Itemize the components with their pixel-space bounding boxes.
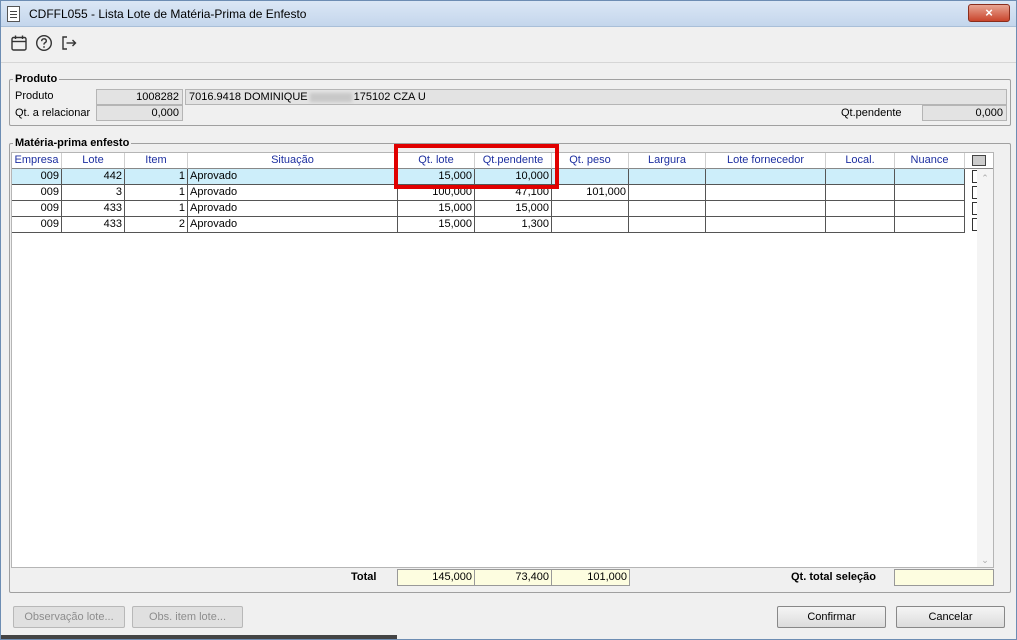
total-qt-pendente: 73,400 (474, 569, 552, 586)
produto-description-field: 7016.9418 DOMINIQUE 175102 CZA U (185, 89, 1007, 105)
help-icon[interactable] (35, 34, 53, 52)
cell-qt-lote[interactable]: 15,000 (398, 217, 475, 233)
produto-description-part1: 7016.9418 DOMINIQUE (189, 91, 308, 103)
cell-largura[interactable] (629, 169, 706, 185)
close-button[interactable]: × (968, 4, 1010, 22)
qt-pendente-field: 0,000 (922, 105, 1007, 121)
cell-qt-peso[interactable] (552, 169, 629, 185)
cell-local[interactable] (826, 185, 895, 201)
cell-nuance[interactable] (895, 185, 965, 201)
cell-largura[interactable] (629, 217, 706, 233)
exit-icon[interactable] (60, 34, 78, 52)
produto-code-field: 1008282 (96, 89, 183, 105)
cell-qt-peso[interactable]: 101,000 (552, 185, 629, 201)
cell-situacao[interactable]: Aprovado (188, 169, 398, 185)
col-header-nuance[interactable]: Nuance (895, 153, 965, 169)
cell-lote[interactable]: 433 (62, 201, 125, 217)
cell-local[interactable] (826, 217, 895, 233)
calendar-icon[interactable] (10, 34, 28, 52)
total-selection-label: Qt. total seleção (791, 571, 876, 583)
cell-item[interactable]: 1 (125, 185, 188, 201)
cell-empresa[interactable]: 009 (12, 169, 62, 185)
col-header-lote-fornecedor[interactable]: Lote fornecedor (706, 153, 826, 169)
highlight-box (394, 144, 559, 189)
cancelar-button[interactable]: Cancelar (896, 606, 1005, 628)
document-icon (7, 6, 20, 22)
select-all-checkbox[interactable] (972, 155, 986, 166)
cell-nuance[interactable] (895, 201, 965, 217)
cell-nuance[interactable] (895, 217, 965, 233)
obs-item-lote-button[interactable]: Obs. item lote... (132, 606, 243, 628)
cell-lote-fornecedor[interactable] (706, 185, 826, 201)
cell-largura[interactable] (629, 201, 706, 217)
cell-situacao[interactable]: Aprovado (188, 201, 398, 217)
total-label: Total (351, 571, 377, 583)
redacted-text (309, 92, 352, 102)
col-header-situacao[interactable]: Situação (188, 153, 398, 169)
cell-qt-peso[interactable] (552, 201, 629, 217)
materia-grid[interactable]: Empresa Lote Item Situação Qt. lote Qt.p… (11, 152, 994, 568)
cell-lote[interactable]: 433 (62, 217, 125, 233)
observacao-lote-button[interactable]: Observação lote... (13, 606, 125, 628)
col-header-lote[interactable]: Lote (62, 153, 125, 169)
cell-lote[interactable]: 3 (62, 185, 125, 201)
cell-qt-pendente[interactable]: 15,000 (475, 201, 552, 217)
cell-empresa[interactable]: 009 (12, 217, 62, 233)
col-header-qt-peso[interactable]: Qt. peso (552, 153, 629, 169)
toolbar (1, 28, 1016, 58)
cell-situacao[interactable]: Aprovado (188, 185, 398, 201)
cell-empresa[interactable]: 009 (12, 201, 62, 217)
scroll-up-icon[interactable]: ⌃ (980, 173, 990, 183)
qt-pendente-label: Qt.pendente (841, 107, 902, 119)
cell-lote-fornecedor[interactable] (706, 201, 826, 217)
cell-qt-pendente[interactable]: 1,300 (475, 217, 552, 233)
cell-empresa[interactable]: 009 (12, 185, 62, 201)
col-header-empresa[interactable]: Empresa (12, 153, 62, 169)
cell-qt-lote[interactable]: 15,000 (398, 201, 475, 217)
produto-group-title: Produto (13, 73, 60, 85)
cell-local[interactable] (826, 169, 895, 185)
cell-lote-fornecedor[interactable] (706, 217, 826, 233)
cell-lote-fornecedor[interactable] (706, 169, 826, 185)
col-header-item[interactable]: Item (125, 153, 188, 169)
confirmar-button[interactable]: Confirmar (777, 606, 886, 628)
cell-situacao[interactable]: Aprovado (188, 217, 398, 233)
bottom-edge (1, 635, 397, 639)
toolbar-separator (1, 62, 1016, 63)
qt-relacionar-field: 0,000 (96, 105, 183, 121)
window-title: CDFFL055 - Lista Lote de Matéria-Prima d… (29, 7, 307, 21)
col-header-largura[interactable]: Largura (629, 153, 706, 169)
cell-local[interactable] (826, 201, 895, 217)
cell-lote[interactable]: 442 (62, 169, 125, 185)
scroll-down-icon[interactable]: ⌄ (980, 555, 990, 565)
total-selection-field (894, 569, 994, 586)
title-bar: CDFFL055 - Lista Lote de Matéria-Prima d… (1, 1, 1016, 27)
cell-nuance[interactable] (895, 169, 965, 185)
cell-item[interactable]: 1 (125, 201, 188, 217)
col-header-select[interactable] (965, 153, 993, 169)
vertical-scrollbar[interactable]: ⌃ ⌄ (977, 169, 993, 567)
cell-qt-peso[interactable] (552, 217, 629, 233)
main-window: CDFFL055 - Lista Lote de Matéria-Prima d… (0, 0, 1017, 640)
total-qt-lote: 145,000 (397, 569, 475, 586)
cell-item[interactable]: 1 (125, 169, 188, 185)
cell-item[interactable]: 2 (125, 217, 188, 233)
total-qt-peso: 101,000 (551, 569, 630, 586)
produto-description-part2: 175102 CZA U (353, 91, 426, 103)
col-header-local[interactable]: Local. (826, 153, 895, 169)
produto-label: Produto (15, 90, 54, 102)
cell-largura[interactable] (629, 185, 706, 201)
qt-relacionar-label: Qt. a relacionar (15, 107, 91, 119)
materia-group-title: Matéria-prima enfesto (13, 137, 132, 149)
